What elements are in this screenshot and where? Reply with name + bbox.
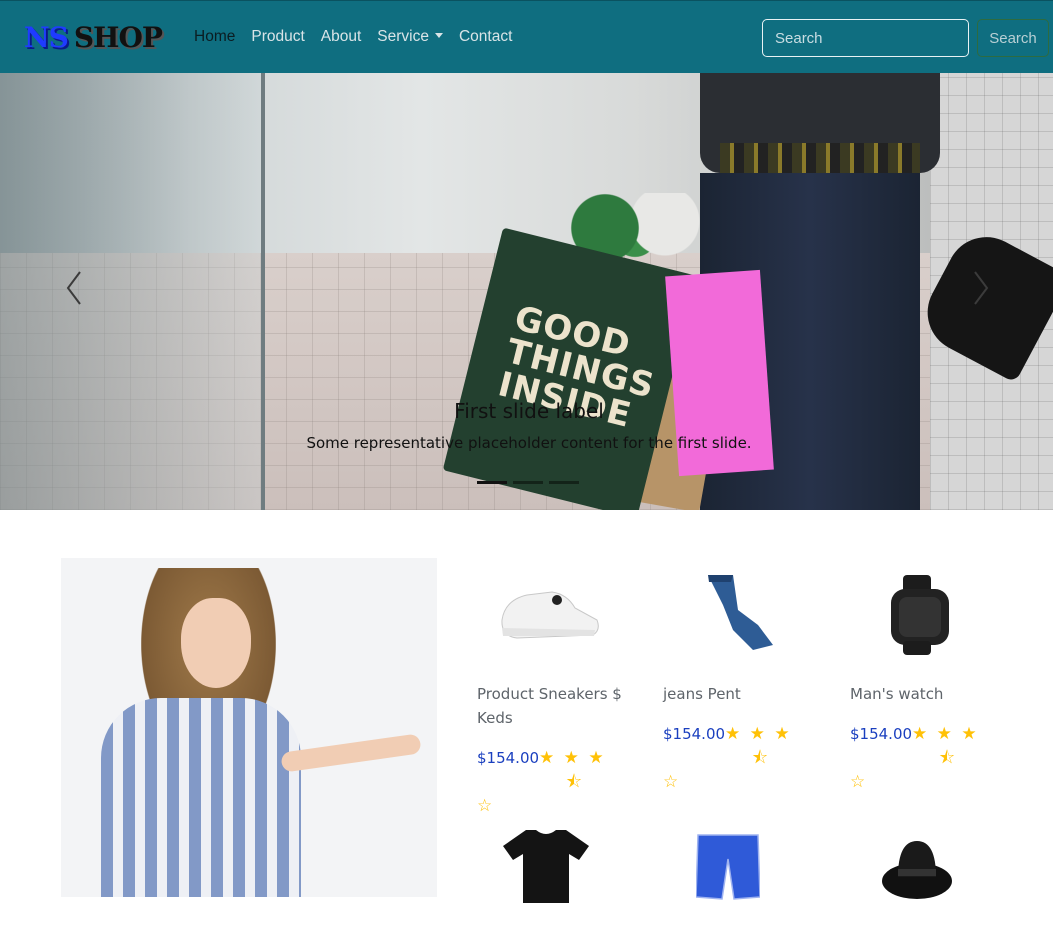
- nav-contact[interactable]: Contact: [459, 28, 512, 46]
- caption-text: Some representative placeholder content …: [306, 434, 752, 452]
- product-price: $154.00: [850, 725, 913, 743]
- nav-service-dropdown[interactable]: Service: [377, 28, 443, 46]
- carousel-indicator-3[interactable]: [549, 481, 579, 484]
- search-button[interactable]: Search: [977, 19, 1049, 57]
- nav-product[interactable]: Product: [251, 28, 304, 46]
- tshirt-icon[interactable]: [501, 828, 591, 903]
- product-name[interactable]: Man's watch: [850, 682, 1010, 706]
- product-name[interactable]: Product Sneakers $ Keds: [477, 682, 637, 730]
- carousel-next-button[interactable]: [965, 268, 995, 308]
- caret-down-icon: [434, 33, 443, 38]
- nav-about[interactable]: About: [321, 28, 362, 46]
- brand-logo[interactable]: NS SHOP: [24, 21, 163, 54]
- nav-home[interactable]: Home: [194, 28, 235, 46]
- navbar: NS SHOP Home Product About Service Contac…: [0, 0, 1053, 73]
- brand-shop: SHOP: [73, 21, 163, 54]
- caption-title: First slide label: [454, 399, 604, 423]
- promo-model-image: [61, 558, 437, 897]
- product-price-row: $154.00★ ★ ★ ⯪ ☆: [477, 746, 607, 818]
- hat-icon[interactable]: [880, 833, 955, 903]
- carousel-prev-button[interactable]: [60, 268, 90, 308]
- nav-links: Home Product About Service Contact: [194, 28, 512, 46]
- model-face: [181, 598, 251, 688]
- watch-icon[interactable]: [885, 575, 955, 655]
- hero-carousel: GOOD THINGS INSIDE First slide label Some …: [0, 73, 1053, 510]
- sneaker-icon[interactable]: [497, 580, 602, 645]
- search-input[interactable]: [762, 19, 969, 57]
- carousel-indicators: [477, 481, 579, 484]
- carousel-indicator-1[interactable]: [477, 481, 507, 484]
- brand-ns: NS: [24, 21, 69, 54]
- product-price: $154.00: [663, 725, 726, 743]
- jeans-icon[interactable]: [703, 570, 773, 650]
- nav-service-label: Service: [377, 28, 429, 45]
- chevron-right-icon: [974, 271, 989, 305]
- product-price-row: $154.00★ ★ ★ ⯪ ☆: [663, 722, 793, 794]
- carousel-caption: First slide label Some representative pl…: [0, 399, 1053, 452]
- product-price-row: $154.00★ ★ ★ ⯪ ☆: [850, 722, 980, 794]
- model-arm: [280, 733, 422, 773]
- model-striped-dress: [101, 698, 301, 897]
- product-name[interactable]: jeans Pent: [663, 682, 823, 706]
- shorts-icon[interactable]: [696, 833, 760, 901]
- product-price: $154.00: [477, 749, 540, 767]
- chevron-left-icon: [66, 271, 81, 305]
- carousel-indicator-2[interactable]: [513, 481, 543, 484]
